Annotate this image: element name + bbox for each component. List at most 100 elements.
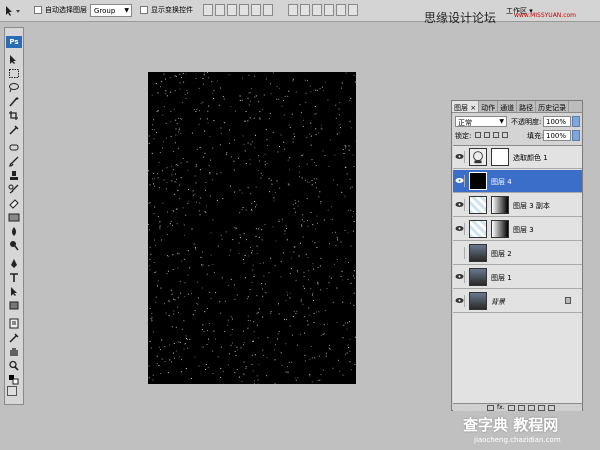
pen-tool-icon[interactable] xyxy=(8,258,20,269)
layer-thumbnail xyxy=(469,268,487,286)
gradient-tool-icon[interactable] xyxy=(8,212,20,223)
show-transform-checkbox[interactable] xyxy=(140,6,148,14)
type-tool-icon[interactable] xyxy=(8,272,20,283)
new-layer-icon[interactable] xyxy=(538,405,545,411)
align-hcenter-icon[interactable] xyxy=(251,4,261,16)
blur-tool-icon[interactable] xyxy=(8,226,20,237)
trash-icon[interactable] xyxy=(548,405,555,411)
eye-hidden-slot[interactable] xyxy=(455,247,465,259)
eraser-tool-icon[interactable] xyxy=(8,198,20,209)
brush-tool-icon[interactable] xyxy=(8,156,20,167)
eye-icon[interactable] xyxy=(455,295,465,307)
move-tool-icon[interactable] xyxy=(4,5,24,17)
footer-buttons: fx. xyxy=(487,404,555,411)
default-colors-icon[interactable] xyxy=(8,374,20,385)
crop-tool-icon[interactable] xyxy=(8,110,20,121)
layer-thumbnail xyxy=(469,292,487,310)
layer-row[interactable]: 图层 2 xyxy=(453,242,582,265)
notes-tool-icon[interactable] xyxy=(8,318,20,329)
align-vcenter-icon[interactable] xyxy=(215,4,225,16)
chevron-down-icon: ▼ xyxy=(124,7,129,14)
tab-layers[interactable]: 图层 × xyxy=(452,101,480,112)
layer-name: 选取颜色 1 xyxy=(513,154,548,162)
zoom-tool-icon[interactable] xyxy=(8,360,20,371)
eye-icon[interactable] xyxy=(455,151,465,163)
auto-select-checkbox[interactable] xyxy=(34,6,42,14)
dodge-tool-icon[interactable] xyxy=(8,240,20,251)
shape-tool-icon[interactable] xyxy=(8,300,20,311)
healing-brush-tool-icon[interactable] xyxy=(8,142,20,153)
mask-thumbnail xyxy=(491,196,509,214)
blend-mode-dropdown[interactable]: 正常 ▼ xyxy=(455,116,507,127)
layer-name: 图层 3 副本 xyxy=(513,202,550,210)
lock-icons xyxy=(475,132,508,138)
align-top-icon[interactable] xyxy=(203,4,213,16)
adjustment-layer-icon[interactable] xyxy=(518,405,525,411)
eye-icon[interactable] xyxy=(455,271,465,283)
show-transform-label: 显示变换控件 xyxy=(151,6,193,14)
marquee-tool-icon[interactable] xyxy=(8,68,20,79)
clone-stamp-tool-icon[interactable] xyxy=(8,170,20,181)
layer-row[interactable]: 图层 1 xyxy=(453,266,582,289)
layer-thumbnail xyxy=(469,220,487,238)
add-mask-icon[interactable] xyxy=(508,405,515,411)
eye-icon[interactable] xyxy=(455,223,465,235)
layer-row[interactable]: 图层 3 xyxy=(453,218,582,241)
eye-icon[interactable] xyxy=(455,175,465,187)
layer-row[interactable]: 图层 4 xyxy=(453,170,582,193)
fill-slider-button[interactable] xyxy=(572,130,580,141)
lock-transparency-icon[interactable] xyxy=(475,132,481,138)
align-left-icon[interactable] xyxy=(239,4,249,16)
opacity-slider-button[interactable] xyxy=(572,116,580,127)
history-brush-tool-icon[interactable] xyxy=(8,184,20,195)
path-selection-tool-icon[interactable] xyxy=(8,286,20,297)
magic-wand-tool-icon[interactable] xyxy=(8,96,20,107)
lasso-tool-icon[interactable] xyxy=(8,82,20,93)
tab-paths[interactable]: 路径 xyxy=(517,101,537,112)
opacity-label: 不透明度: xyxy=(511,118,542,126)
tab-channels[interactable]: 通道 xyxy=(498,101,518,112)
distribute-bottom-icon[interactable] xyxy=(312,4,322,16)
distribute-right-icon[interactable] xyxy=(348,4,358,16)
eyedropper2-tool-icon[interactable] xyxy=(8,332,20,343)
fx-icon[interactable]: fx. xyxy=(497,405,505,411)
layer-thumbnail xyxy=(469,172,487,190)
workspace-button[interactable]: 工作区 ▾ xyxy=(506,4,558,18)
layer-row[interactable]: 选取颜色 1 xyxy=(453,146,582,169)
lock-all-icon[interactable] xyxy=(502,132,508,138)
layer-row[interactable]: 背景 xyxy=(453,290,582,313)
fill-input[interactable]: 100% xyxy=(543,130,571,141)
layer-name: 图层 2 xyxy=(491,250,512,258)
watermark-url: jiaocheng.chazidian.com xyxy=(474,436,561,444)
chevron-down-icon: ▼ xyxy=(499,118,504,125)
layers-panel: 图层 × 动作 通道 路径 历史记录 正常 ▼ 不透明度: 100% 锁定: 填… xyxy=(451,100,583,411)
distribute-left-icon[interactable] xyxy=(324,4,334,16)
distribute-hcenter-icon[interactable] xyxy=(336,4,346,16)
link-layers-icon[interactable] xyxy=(487,405,494,411)
layer-name: 背景 xyxy=(491,298,505,306)
fill-label: 填充: xyxy=(527,132,544,140)
distribute-vcenter-icon[interactable] xyxy=(300,4,310,16)
options-bar: 自动选择图层 Group ▼ 显示变换控件 思缘设计论坛 www.MISSYUA… xyxy=(0,0,600,25)
layer-row[interactable]: 图层 3 副本 xyxy=(453,194,582,217)
tab-actions[interactable]: 动作 xyxy=(479,101,499,112)
foreground-color-swatch[interactable] xyxy=(7,386,17,396)
layer-name: 图层 4 xyxy=(491,178,512,186)
lock-icon xyxy=(565,297,571,304)
lock-position-icon[interactable] xyxy=(493,132,499,138)
align-right-icon[interactable] xyxy=(263,4,273,16)
move-tool-icon[interactable] xyxy=(8,54,20,65)
eye-icon[interactable] xyxy=(455,199,465,211)
new-group-icon[interactable] xyxy=(528,405,535,411)
align-bottom-icon[interactable] xyxy=(227,4,237,16)
auto-select-dropdown[interactable]: Group ▼ xyxy=(90,4,132,17)
align-buttons xyxy=(203,4,273,18)
hand-tool-icon[interactable] xyxy=(8,346,20,357)
distribute-top-icon[interactable] xyxy=(288,4,298,16)
tab-history[interactable]: 历史记录 xyxy=(536,101,570,112)
lock-pixels-icon[interactable] xyxy=(484,132,490,138)
document-canvas[interactable] xyxy=(148,72,357,385)
eyedropper-tool-icon[interactable] xyxy=(8,124,20,135)
toolbox: Ps xyxy=(4,27,24,405)
opacity-input[interactable]: 100% xyxy=(543,116,571,127)
